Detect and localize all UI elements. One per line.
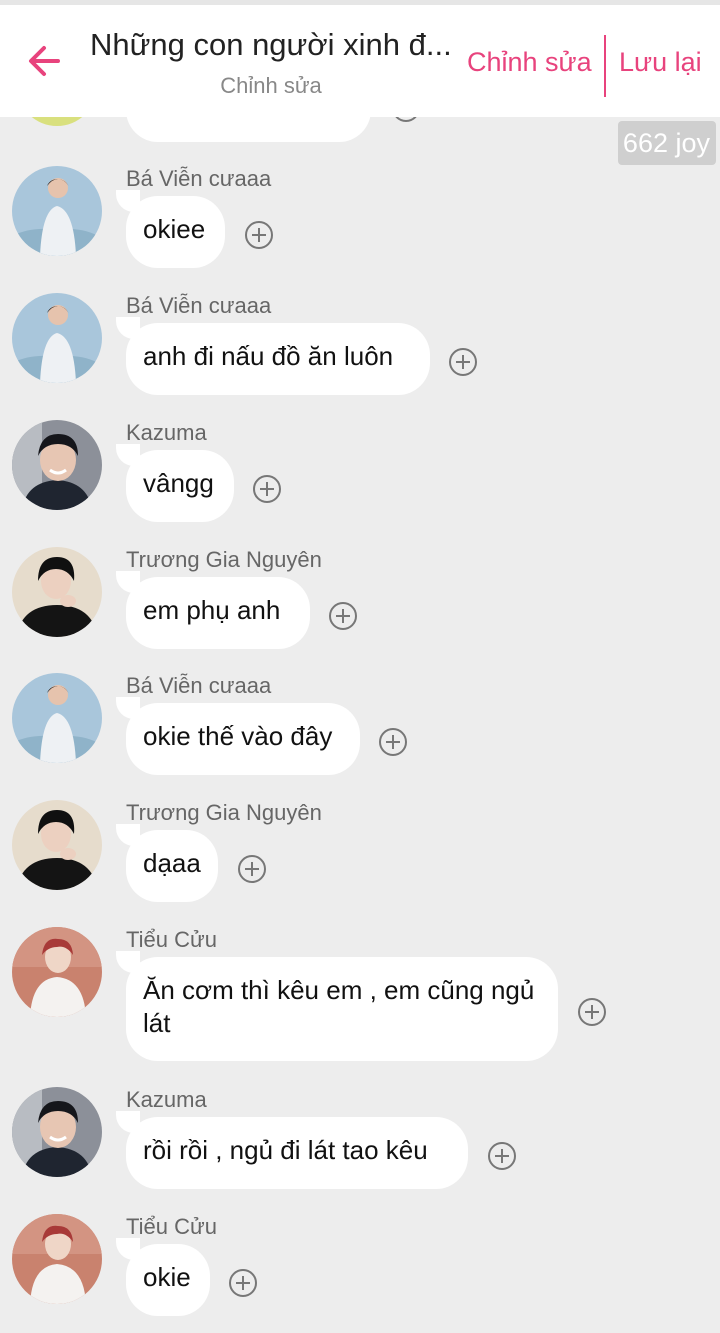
avatar[interactable] (12, 1214, 102, 1304)
message-bubble[interactable]: anh đi nấu đồ ăn luôn (116, 317, 430, 395)
avatar[interactable] (12, 547, 102, 637)
header-divider (604, 35, 606, 97)
chat-subtitle: Chỉnh sửa (220, 73, 322, 98)
sender-name: Bá Viễn cưaaa (126, 166, 272, 191)
avatar[interactable] (12, 1087, 102, 1177)
add-reaction-icon[interactable] (578, 998, 606, 1026)
avatar[interactable] (12, 673, 102, 763)
sender-name: Kazuma (126, 420, 207, 445)
sender-name: Trương Gia Nguyên (126, 547, 322, 572)
avatar[interactable] (12, 293, 102, 383)
message-bubble[interactable]: okie (116, 1238, 210, 1316)
back-arrow-icon[interactable] (26, 41, 66, 81)
top-bar: Những con người xinh đ... Chỉnh sửa Chỉn… (0, 0, 720, 117)
sender-name: Kazuma (126, 1087, 207, 1112)
add-reaction-icon[interactable] (329, 602, 357, 630)
message-bubble[interactable]: okie thế vào đây (116, 697, 360, 775)
message-bubble[interactable]: okiee (116, 190, 225, 268)
sender-name: Bá Viễn cưaaa (126, 673, 272, 698)
sender-name: Tiểu Cửu (126, 927, 217, 952)
avatar[interactable] (12, 420, 102, 510)
avatar[interactable] (12, 800, 102, 890)
message-bubble[interactable]: em phụ anh (116, 571, 310, 649)
message-bubble[interactable]: vângg (116, 444, 234, 522)
message-bubble[interactable]: Ăn cơm thì kêu em , em cũng ngủ lát (116, 951, 558, 1061)
edit-button[interactable]: Chỉnh sửa (467, 47, 592, 78)
add-reaction-icon[interactable] (379, 728, 407, 756)
avatar[interactable] (12, 927, 102, 1017)
add-reaction-icon[interactable] (253, 475, 281, 503)
add-reaction-icon[interactable] (229, 1269, 257, 1297)
add-reaction-icon[interactable] (449, 348, 477, 376)
save-button[interactable]: Lưu lại (619, 47, 702, 78)
sender-name: Trương Gia Nguyên (126, 800, 322, 825)
joy-badge: 662 joy (617, 121, 716, 165)
message-bubble[interactable]: rồi rồi , ngủ đi lát tao kêu (116, 1111, 468, 1189)
add-reaction-icon[interactable] (245, 221, 273, 249)
add-reaction-icon[interactable] (488, 1142, 516, 1170)
chat-title: Những con người xinh đ... (90, 27, 452, 62)
avatar[interactable] (12, 166, 102, 256)
sender-name: Tiểu Cửu (126, 1214, 217, 1239)
add-reaction-icon[interactable] (238, 855, 266, 883)
message-bubble[interactable]: dạaa (116, 824, 218, 902)
sender-name: Bá Viễn cưaaa (126, 293, 272, 318)
